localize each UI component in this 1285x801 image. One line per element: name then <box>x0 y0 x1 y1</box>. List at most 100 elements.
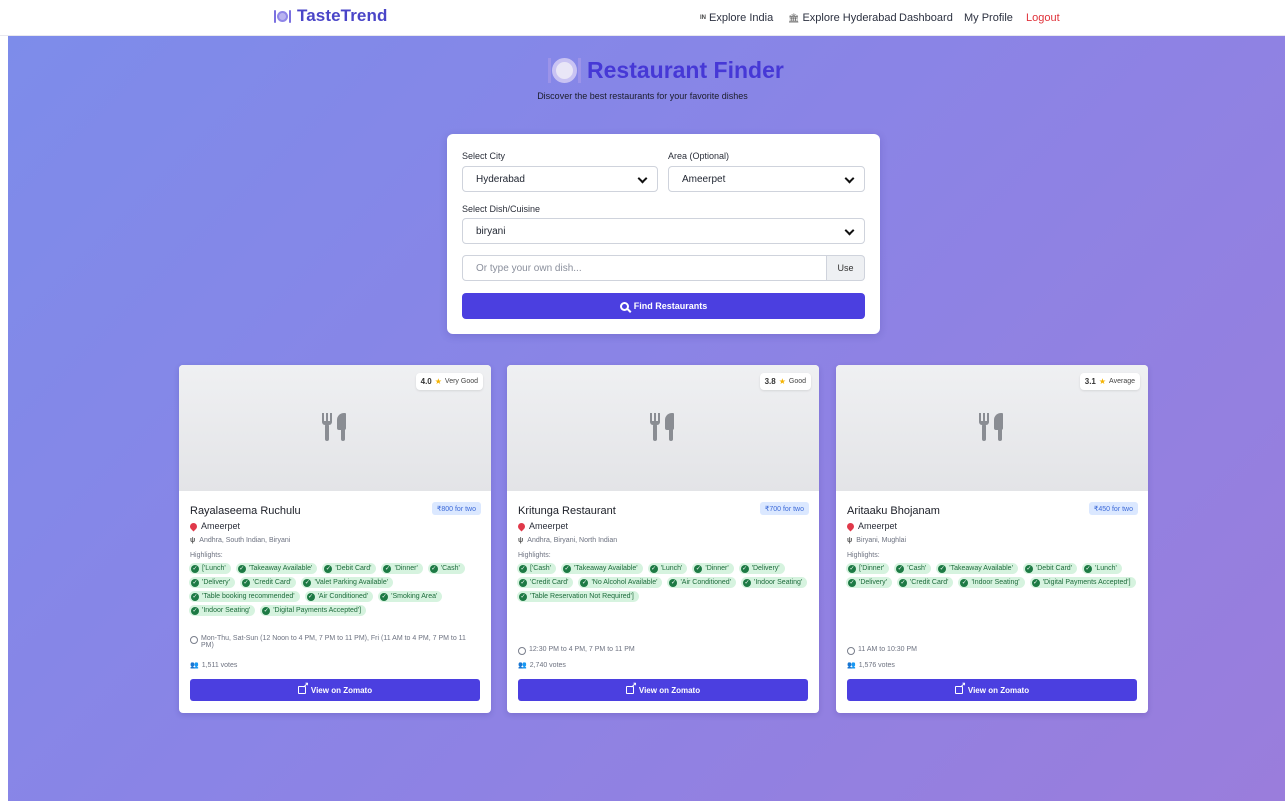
area-select-value: Ameerpet <box>682 173 726 185</box>
star-icon: ★ <box>434 377 442 386</box>
rating-badge: 3.8 ★ Good <box>759 373 811 390</box>
highlights-label: Highlights: <box>518 552 551 559</box>
nav-dashboard[interactable]: Dashboard <box>899 12 953 24</box>
check-circle-icon: ✓ <box>960 578 969 587</box>
highlights-tags: ✓ ['Lunch' ✓ 'Takeaway Available' ✓ 'Debit … <box>189 563 485 616</box>
cuisines-text: Andhra, Biryani, North Indian <box>527 537 618 544</box>
search-card: Select City Hyderabad Area (Optional) Am… <box>447 134 880 334</box>
highlight-tag: ✓ 'Debit Card' <box>1022 563 1078 574</box>
check-circle-icon: ✓ <box>306 592 315 601</box>
highlight-tag: ✓ 'Lunch' <box>1082 563 1122 574</box>
check-circle-icon: ✓ <box>241 578 250 587</box>
view-on-zomato-button[interactable]: View on Zomato <box>847 679 1137 701</box>
city-label: Select City <box>462 151 506 161</box>
highlight-tag: ✓ 'Table booking recommended' <box>189 591 300 602</box>
restaurant-image-placeholder: 3.8 ★ Good <box>507 365 819 491</box>
opening-hours: Mon-Thu, Sat-Sun (12 Noon to 4 PM, 7 PM … <box>190 635 480 649</box>
highlight-tag: ✓ ['Lunch' <box>189 563 231 574</box>
highlight-tag: ✓ 'Indoor Seating' <box>958 577 1025 588</box>
check-circle-icon: ✓ <box>303 578 312 587</box>
check-circle-icon: ✓ <box>669 578 678 587</box>
cuisines-text: Biryani, Mughlai <box>856 537 907 544</box>
use-button[interactable]: Use <box>827 255 865 281</box>
restaurant-image-placeholder: 4.0 ★ Very Good <box>179 365 491 491</box>
highlight-tag: ✓ 'Takeaway Available' <box>560 563 643 574</box>
hours-text: Mon-Thu, Sat-Sun (12 Noon to 4 PM, 7 PM … <box>201 635 466 649</box>
price-badge: ₹700 for two <box>759 502 809 515</box>
check-circle-icon: ✓ <box>649 564 658 573</box>
hours-text: 12:30 PM to 4 PM, 7 PM to 11 PM <box>529 646 635 653</box>
find-button-label: Find Restaurants <box>633 301 708 311</box>
check-circle-icon: ✓ <box>848 564 856 573</box>
view-on-zomato-button[interactable]: View on Zomato <box>190 679 480 701</box>
find-restaurants-button[interactable]: Find Restaurants <box>462 293 865 319</box>
chevron-down-icon <box>844 225 855 236</box>
highlight-tag: ✓ 'Delivery' <box>189 577 235 588</box>
restaurant-cuisines: ψ Andhra, South Indian, Biryani <box>190 537 290 544</box>
utensils-icon <box>322 413 348 441</box>
nav-link-label: Dashboard <box>899 12 953 24</box>
plate-utensils-icon <box>274 9 291 24</box>
check-circle-icon: ✓ <box>191 606 199 615</box>
check-circle-icon: ✓ <box>519 564 527 573</box>
check-circle-icon: ✓ <box>237 564 246 573</box>
check-circle-icon: ✓ <box>562 564 571 573</box>
page-header: Restaurant Finder <box>548 57 784 84</box>
votes-text: 1,511 votes <box>201 661 238 669</box>
check-circle-icon: ✓ <box>191 564 199 573</box>
dish-select[interactable]: biryani <box>462 218 865 244</box>
hours-text: 11 AM to 10:30 PM <box>858 646 918 653</box>
highlight-tag: ✓ 'Delivery' <box>846 577 892 588</box>
external-link-icon <box>954 681 966 694</box>
star-icon: ★ <box>1098 377 1107 386</box>
india-flag-icon: IN <box>700 15 706 21</box>
rating-text: Very Good <box>444 378 478 385</box>
restaurant-card: 3.8 ★ Good Kritunga Restaurant ₹700 for … <box>507 365 819 713</box>
nav-logout[interactable]: Logout <box>1026 12 1060 24</box>
nav-explore-hyderabad[interactable]: 🏛 Explore Hyderabad <box>788 12 897 24</box>
nav-my-profile[interactable]: My Profile <box>964 12 1013 24</box>
highlight-tag: ✓ 'Delivery' <box>738 563 785 574</box>
votes: 👥 1,511 votes <box>190 661 238 670</box>
highlights-tags: ✓ ['Dinner' ✓ 'Cash' ✓ 'Takeaway Available'… <box>846 563 1142 588</box>
check-circle-icon: ✓ <box>519 578 527 587</box>
check-circle-icon: ✓ <box>262 606 271 615</box>
check-circle-icon: ✓ <box>1031 578 1040 587</box>
highlight-tag: ✓ 'Lunch' <box>647 563 688 574</box>
restaurant-name: Aritaaku Bhojanam <box>847 505 940 517</box>
nav-explore-india[interactable]: IN Explore India <box>700 12 773 24</box>
view-on-zomato-button[interactable]: View on Zomato <box>518 679 808 701</box>
external-link-icon <box>625 681 637 694</box>
highlight-tag: ✓ 'Digital Payments Accepted'] <box>1029 577 1136 588</box>
area-select[interactable]: Ameerpet <box>668 166 865 192</box>
rating-badge: 4.0 ★ Very Good <box>415 373 483 390</box>
users-icon: 👥 <box>847 662 856 669</box>
restaurant-name: Kritunga Restaurant <box>518 505 616 517</box>
highlights-tags: ✓ ['Cash' ✓ 'Takeaway Available' ✓ 'Lunch' … <box>517 563 813 602</box>
highlight-tag: ✓ 'Indoor Seating' <box>189 605 256 616</box>
check-circle-icon: ✓ <box>740 564 749 573</box>
restaurant-location: Ameerpet <box>516 521 569 531</box>
highlight-tag: ✓ 'Valet Parking Available' <box>301 577 394 588</box>
price-badge: ₹800 for two <box>431 502 481 515</box>
rating-text: Good <box>788 378 806 385</box>
highlight-tag: ✓ 'Credit Card' <box>896 577 954 588</box>
area-label: Area (Optional) <box>668 151 730 161</box>
star-icon: ★ <box>778 377 786 386</box>
highlight-tag: ✓ ['Dinner' <box>846 563 890 574</box>
check-circle-icon: ✓ <box>938 564 947 573</box>
check-circle-icon: ✓ <box>1084 564 1093 573</box>
city-select[interactable]: Hyderabad <box>462 166 658 192</box>
brand-name: TasteTrend <box>297 6 388 25</box>
location-text: Ameerpet <box>529 521 569 531</box>
nav-link-label: Logout <box>1026 12 1060 24</box>
utensils-icon: ψ <box>518 537 524 544</box>
votes: 👥 2,740 votes <box>518 661 566 670</box>
dish-select-value: biryani <box>476 225 506 237</box>
utensils-icon: ψ <box>847 537 853 544</box>
highlight-tag: ✓ 'Air Conditioned' <box>304 591 374 602</box>
custom-dish-input[interactable]: Or type your own dish... <box>462 255 827 281</box>
highlight-tag: ✓ 'Indoor Seating' <box>741 577 808 588</box>
brand-logo[interactable]: TasteTrend <box>274 6 387 26</box>
highlight-tag: ✓ 'Air Conditioned' <box>667 577 736 588</box>
